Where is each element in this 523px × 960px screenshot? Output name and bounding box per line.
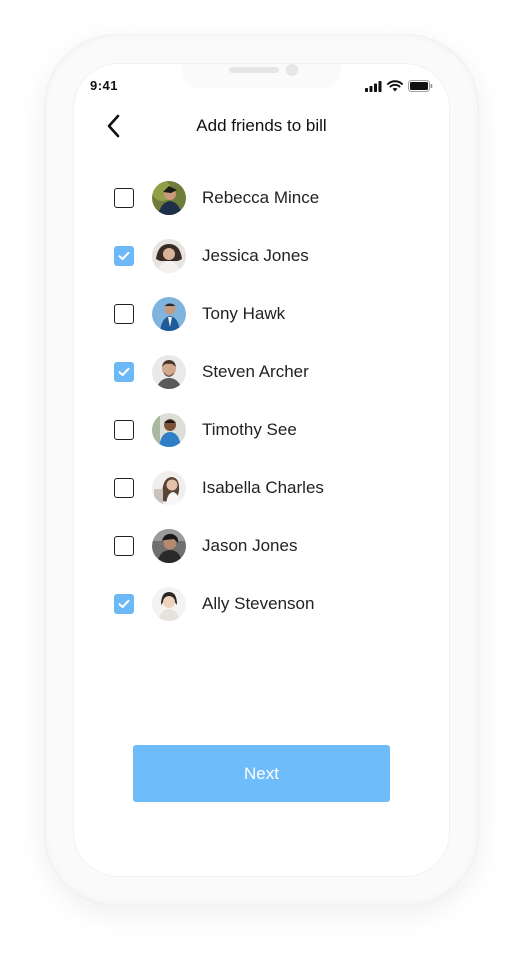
list-item[interactable]: Jessica Jones bbox=[114, 238, 414, 274]
page-title: Add friends to bill bbox=[196, 116, 327, 135]
list-item[interactable]: Rebecca Mince bbox=[114, 180, 414, 216]
friend-name: Timothy See bbox=[202, 420, 297, 439]
app-screen: 9:41 Add friends to bill Rebecca Mince J… bbox=[74, 64, 449, 876]
status-time: 9:41 bbox=[90, 78, 119, 93]
checkbox[interactable] bbox=[114, 420, 134, 440]
check-icon bbox=[118, 599, 130, 608]
checkbox[interactable] bbox=[114, 536, 134, 556]
phone-notch bbox=[182, 64, 341, 88]
friend-name: Jason Jones bbox=[202, 536, 298, 555]
list-item[interactable]: Timothy See bbox=[114, 412, 414, 448]
checkbox-checked[interactable] bbox=[114, 362, 134, 382]
friend-name: Steven Archer bbox=[202, 362, 309, 381]
friend-name: Rebecca Mince bbox=[202, 188, 320, 207]
next-button[interactable]: Next bbox=[133, 745, 390, 802]
app-header: Add friends to bill bbox=[74, 110, 449, 142]
check-icon bbox=[118, 367, 130, 376]
list-item[interactable]: Ally Stevenson bbox=[114, 586, 414, 622]
checkbox[interactable] bbox=[114, 188, 134, 208]
list-item[interactable]: Jason Jones bbox=[114, 528, 414, 564]
checkbox-checked[interactable] bbox=[114, 594, 134, 614]
checkbox-checked[interactable] bbox=[114, 246, 134, 266]
avatar bbox=[152, 297, 186, 331]
speaker-grille bbox=[229, 67, 279, 73]
battery-icon bbox=[408, 79, 433, 97]
avatar bbox=[152, 355, 186, 389]
avatar bbox=[152, 529, 186, 563]
wifi-icon bbox=[387, 79, 403, 97]
list-item[interactable]: Tony Hawk bbox=[114, 296, 414, 332]
avatar bbox=[152, 239, 186, 273]
friend-name: Isabella Charles bbox=[202, 478, 324, 497]
friend-name: Ally Stevenson bbox=[202, 594, 315, 613]
avatar bbox=[152, 471, 186, 505]
list-item[interactable]: Isabella Charles bbox=[114, 470, 414, 506]
avatar bbox=[152, 181, 186, 215]
front-camera bbox=[286, 64, 298, 76]
avatar bbox=[152, 413, 186, 447]
checkbox[interactable] bbox=[114, 304, 134, 324]
list-item[interactable]: Steven Archer bbox=[114, 354, 414, 390]
checkbox[interactable] bbox=[114, 478, 134, 498]
friend-name: Jessica Jones bbox=[202, 246, 309, 265]
status-icons bbox=[365, 79, 433, 97]
cellular-signal-icon bbox=[365, 79, 382, 97]
avatar bbox=[152, 587, 186, 621]
friend-name: Tony Hawk bbox=[202, 304, 286, 323]
check-icon bbox=[118, 251, 130, 260]
